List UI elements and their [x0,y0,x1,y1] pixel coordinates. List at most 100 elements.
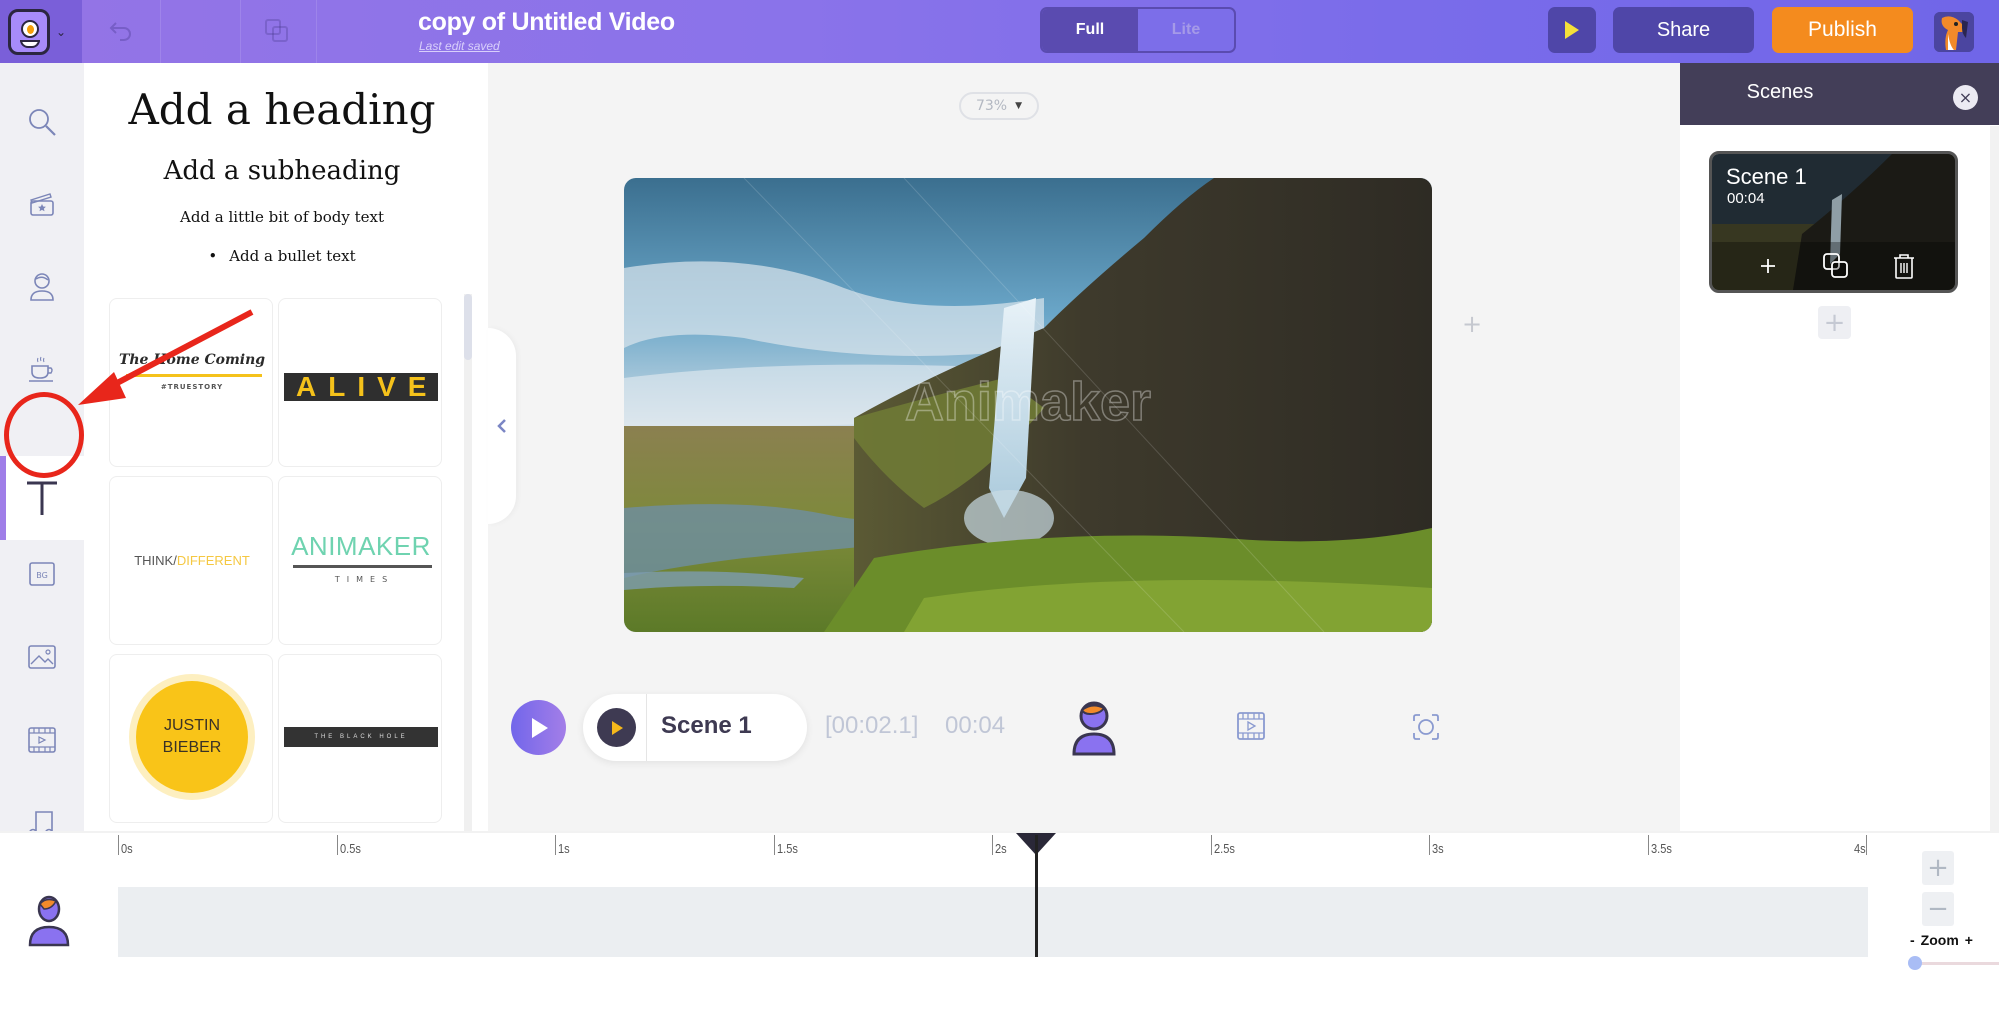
panel-scrollbar[interactable] [464,294,472,831]
scenes-panel: Scenes × Scene 1 00:04 + [1680,63,1999,831]
delete-scene-button[interactable] [1888,250,1920,282]
mode-lite-button[interactable]: Lite [1138,9,1234,51]
timeline-tick-label: 0.5s [339,841,361,856]
track-character-icon[interactable] [26,895,72,951]
sidebar-item-images[interactable] [0,618,84,696]
plus-icon [1761,259,1775,273]
timeline-tick-label: 3.5s [1650,841,1672,856]
mode-full-button[interactable]: Full [1042,9,1138,51]
add-heading-option[interactable]: Add a heading [84,85,480,134]
svg-text:BG: BG [36,571,48,580]
sidebar-item-videos[interactable] [0,701,84,779]
zoom-text: Zoom [1920,932,1959,948]
scene-thumb-duration: 00:04 [1727,190,1765,207]
sidebar-item-properties[interactable] [0,331,84,409]
timeline-zoom-slider[interactable] [1908,956,1999,970]
film-icon [1237,712,1265,740]
timeline-tick [336,835,338,855]
mode-toggle: Full Lite [1040,7,1236,53]
add-scene-after-button[interactable] [1752,250,1784,282]
template-underline [126,374,262,377]
save-status-link[interactable]: Last edit saved [419,39,500,53]
duplicate-button[interactable] [260,14,294,48]
image-icon [28,645,56,669]
text-template-think-different[interactable]: THINK/DIFFERENT [109,476,273,645]
scene-player[interactable]: Scene 1 [583,694,807,761]
watermark-text: Animaker [905,372,1151,432]
trash-icon [1894,254,1914,279]
video-button[interactable] [1236,711,1266,745]
duplicate-scene-button[interactable] [1820,250,1852,282]
timeline: 0s 0.5s 1s 1.5s 2s 2.5s 3s 3.5s 4s [0,831,1999,1009]
project-title[interactable]: copy of Untitled Video [418,8,675,37]
timeline-tick-label: 4s [1854,841,1866,856]
add-subheading-option[interactable]: Add a subheading [84,156,480,186]
current-scene-name: Scene 1 [661,712,752,739]
duplicate-icon [265,19,288,42]
timeline-tick-label: 2.5s [1213,841,1235,856]
share-button[interactable]: Share [1613,7,1754,53]
scenes-scrollbar[interactable] [1990,126,1999,831]
scenes-title: Scenes [1746,81,1814,103]
timeline-tick [992,835,993,855]
camera-focus-icon [1413,714,1439,740]
text-template-justin-bieber[interactable]: JUSTIN BIEBER [109,654,273,823]
playhead-line[interactable] [1034,835,1038,957]
play-scene-button[interactable] [597,708,636,747]
timeline-zoom-in-button[interactable]: + [1922,851,1954,885]
timeline-tick-label: 1s [558,841,570,856]
timeline-tick-label: 0s [121,841,133,856]
active-indicator [0,456,6,540]
scrollbar-thumb[interactable] [464,294,472,360]
close-scenes-button[interactable]: × [1953,85,1978,110]
zoom-slider-knob[interactable] [1908,956,1922,970]
sidebar-item-scenes-templates[interactable] [0,165,84,243]
divider [240,0,241,63]
minus-icon: − [1927,894,1949,924]
scene-thumbnail[interactable]: Scene 1 00:04 [1709,151,1958,293]
add-body-text-option[interactable]: Add a little bit of body text [84,208,480,226]
camera-focus-button[interactable] [1412,713,1440,745]
text-template-black-hole[interactable]: THE BLACK HOLE [278,654,442,823]
sidebar-item-characters[interactable] [0,248,84,326]
collapse-panel-button[interactable] [488,328,516,524]
scene-canvas[interactable]: Animaker [624,178,1432,632]
app-menu-button[interactable]: ⌄ [0,0,82,63]
user-avatar[interactable] [1934,12,1974,52]
preview-button[interactable] [1548,7,1596,53]
timeline-zoom-out-button[interactable]: − [1922,892,1954,926]
add-element-icon[interactable]: + [1462,310,1482,338]
plus-icon: + [1823,307,1846,338]
template-subtitle: TIMES [334,575,395,584]
undo-button[interactable] [104,14,138,48]
text-template-animaker-times[interactable]: ANIMAKER TIMES [278,476,442,645]
timeline-tick [1210,835,1212,855]
canvas-zoom-dropdown[interactable]: 73% ▼ [959,92,1039,120]
character-track[interactable] [118,887,1868,957]
film-icon [28,727,56,753]
scene-actions [1712,242,1955,290]
plus-icon: + [1927,853,1949,883]
character-button[interactable] [1070,700,1118,760]
bg-icon: BG [29,562,55,586]
timeline-tick-label: 2s [995,841,1007,856]
sidebar-item-text[interactable] [0,456,84,540]
total-time: 00:04 [945,712,1006,739]
text-template-home-coming[interactable]: The Home Coming #TRUESTORY [109,298,273,467]
play-icon [611,720,623,735]
duplicate-icon [1823,253,1848,278]
undo-icon [109,22,131,41]
timeline-tick [773,835,775,855]
sidebar-item-backgrounds[interactable]: BG [0,535,84,613]
timeline-tick [1647,835,1649,855]
character-icon [28,895,70,947]
template-title: The Home Coming [118,352,266,368]
publish-button[interactable]: Publish [1772,7,1913,53]
add-scene-button[interactable]: + [1818,306,1851,339]
sidebar-item-search[interactable] [0,83,84,161]
play-all-button[interactable] [511,700,566,755]
chevron-down-icon: ⌄ [56,24,67,39]
template-line2: BIEBER [162,739,222,756]
text-template-alive[interactable]: ALIVE [278,298,442,467]
add-bullet-text-option[interactable]: Add a bullet text [84,247,480,265]
